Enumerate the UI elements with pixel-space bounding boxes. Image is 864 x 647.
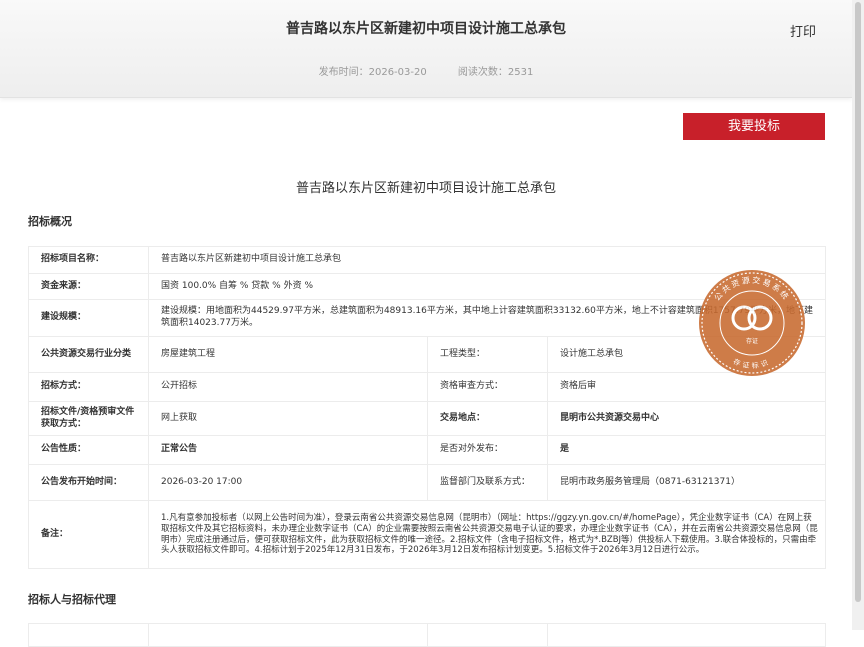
table-row: 公告性质： 正常公告 是否对外发布： 是 xyxy=(28,435,827,465)
scrollbar[interactable] xyxy=(852,0,864,630)
scale-value: 建设规模：用地面积为44529.97平方米，总建筑面积为48913.16平方米，… xyxy=(147,299,827,337)
scrollbar-thumb[interactable] xyxy=(855,2,861,602)
page-header: 普吉路以东片区新建初中项目设计施工总承包 发布时间：2026-03-20 阅读次… xyxy=(0,0,852,98)
location-label: 交易地点： xyxy=(427,401,548,436)
supervisor-label: 监督部门及联系方式： xyxy=(427,464,548,501)
project-title: 普吉路以东片区新建初中项目设计施工总承包 xyxy=(295,181,556,196)
article-meta: 发布时间：2026-03-20 阅读次数：2531 xyxy=(0,63,852,78)
table-row: 招标文件/资格预审文件获取方式： 网上获取 交易地点： 昆明市公共资源交易中心 xyxy=(28,401,827,436)
location-value: 昆明市公共资源交易中心 xyxy=(546,401,827,436)
bid-button[interactable]: 我要投标 xyxy=(683,113,825,140)
overview-table: 招标项目名称： 普吉路以东片区新建初中项目设计施工总承包 资金来源： 国资 10… xyxy=(28,246,827,569)
eng-type-label: 工程类型： xyxy=(427,336,548,373)
eng-type-value: 设计施工总承包 xyxy=(546,336,827,373)
table-row: 公共资源交易行业分类 房屋建筑工程 工程类型： 设计施工总承包 xyxy=(28,336,827,373)
scale-label: 建设规模： xyxy=(28,299,149,337)
review-label: 资格审查方式： xyxy=(427,372,548,402)
table-row: 备注： 1.凡有意参加投标者（以网上公告时间为准），登录云南省公共资源交易信息网… xyxy=(28,500,827,569)
note-label: 备注： xyxy=(28,500,149,569)
external-label: 是否对外发布： xyxy=(427,435,548,465)
table-row: 招标项目名称： 普吉路以东片区新建初中项目设计施工总承包 xyxy=(28,246,827,274)
note-value: 1.凡有意参加投标者（以网上公告时间为准），登录云南省公共资源交易信息网（昆明市… xyxy=(147,500,827,569)
table-row: 建设规模： 建设规模：用地面积为44529.97平方米，总建筑面积为48913.… xyxy=(28,299,827,337)
publish-time: 发布时间：2026-03-20 xyxy=(318,67,427,78)
category-label: 公共资源交易行业分类 xyxy=(28,336,149,373)
section-title-agent: 招标人与招标代理 xyxy=(28,593,116,606)
review-value: 资格后审 xyxy=(546,372,827,402)
page-title: 普吉路以东片区新建初中项目设计施工总承包 xyxy=(286,21,566,37)
method-value: 公开招标 xyxy=(148,372,428,402)
table-row: 资金来源： 国资 100.0% 自筹 % 贷款 % 外资 % xyxy=(28,273,827,300)
supervisor-value: 昆明市政务服务管理局（0871-63121371） xyxy=(546,464,827,501)
method-label: 招标方式： xyxy=(28,372,149,402)
section-title-overview: 招标概况 xyxy=(28,215,72,228)
project-name-label: 招标项目名称： xyxy=(28,246,149,274)
start-value: 2026-03-20 17:00 xyxy=(148,464,428,501)
table-row: 公告发布开始时间： 2026-03-20 17:00 监督部门及联系方式： 昆明… xyxy=(28,464,827,501)
docs-value: 网上获取 xyxy=(148,401,428,436)
nature-label: 公告性质： xyxy=(28,435,149,465)
table-row xyxy=(28,623,826,647)
fund-label: 资金来源： xyxy=(28,273,149,300)
read-count: 阅读次数：2531 xyxy=(457,67,534,78)
agent-table xyxy=(28,623,826,647)
fund-value: 国资 100.0% 自筹 % 贷款 % 外资 % xyxy=(147,273,827,300)
table-row: 招标方式： 公开招标 资格审查方式： 资格后审 xyxy=(28,372,827,402)
nature-value: 正常公告 xyxy=(148,435,428,465)
external-value: 是 xyxy=(546,435,827,465)
project-name-value: 普吉路以东片区新建初中项目设计施工总承包 xyxy=(147,246,827,274)
print-button[interactable]: 打印 xyxy=(790,21,816,40)
category-value: 房屋建筑工程 xyxy=(148,336,428,373)
start-label: 公告发布开始时间： xyxy=(28,464,149,501)
docs-label: 招标文件/资格预审文件获取方式： xyxy=(28,401,149,436)
